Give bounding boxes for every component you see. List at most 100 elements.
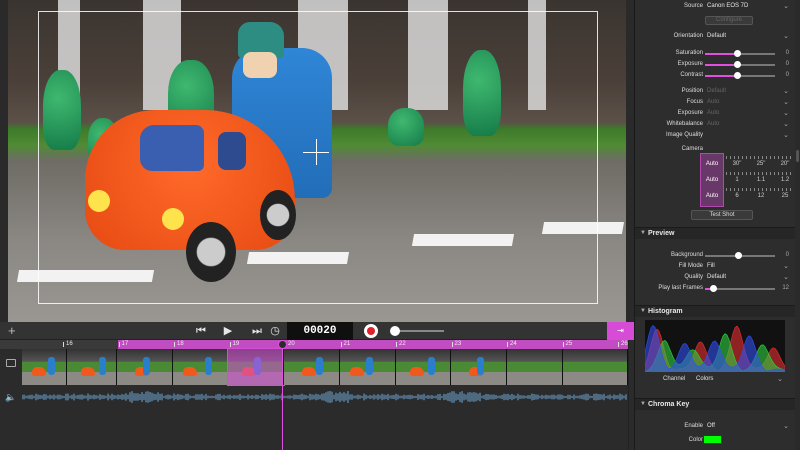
configure-button[interactable]: Configure: [705, 16, 753, 25]
contrast-slider[interactable]: [705, 72, 775, 79]
frame-thumbnail[interactable]: [227, 348, 285, 386]
image-quality-row[interactable]: Image Quality ⌄: [635, 130, 793, 141]
frame-thumbnail[interactable]: [22, 349, 67, 385]
camera-scale-ticks: [726, 156, 794, 159]
camera-scale-value[interactable]: 30": [726, 161, 748, 167]
onion-skin-knob[interactable]: [390, 326, 400, 336]
enable-value[interactable]: Off: [707, 423, 715, 429]
contrast-value: 0: [785, 72, 789, 78]
frame-thumbnail[interactable]: [563, 349, 628, 385]
chevron-down-icon[interactable]: ⌄: [777, 375, 783, 383]
chevron-down-icon[interactable]: ⌄: [783, 262, 789, 270]
image-quality-label: Image Quality: [665, 132, 703, 138]
exposure-mode-value[interactable]: Auto: [707, 110, 719, 116]
camera-scale-value[interactable]: 1.1: [750, 177, 772, 183]
clock-icon[interactable]: ◷: [268, 324, 282, 338]
step-forward-icon[interactable]: ⏭: [250, 324, 264, 338]
chevron-down-icon[interactable]: ⌄: [783, 120, 789, 128]
chevron-down-icon[interactable]: ⌄: [783, 273, 789, 281]
frame-thumbnail[interactable]: [451, 349, 507, 385]
chevron-down-icon[interactable]: ⌄: [783, 87, 789, 95]
background-slider[interactable]: [705, 252, 775, 259]
panel-scrollbar-thumb[interactable]: [796, 150, 799, 162]
ruler-tick-label: 19: [232, 341, 240, 347]
camera-viewer[interactable]: [0, 0, 634, 322]
chroma-key-section-header[interactable]: ▼ Chroma Key: [635, 398, 800, 410]
camera-scale-value[interactable]: 25: [774, 193, 796, 199]
chevron-down-icon[interactable]: ⌄: [783, 131, 789, 139]
camera-settings-grid[interactable]: Auto 30" 25" 20" Auto 1 1.1 1.2 Auto 6 12 25: [700, 153, 796, 207]
camera-scale-value[interactable]: 12: [750, 193, 772, 199]
camera-auto-value[interactable]: Auto: [700, 193, 724, 199]
timeline-range[interactable]: [118, 340, 628, 349]
car-window: [140, 125, 204, 171]
preview-section-header[interactable]: ▼ Preview: [635, 227, 800, 239]
frame-thumbnail[interactable]: [396, 349, 451, 385]
camera-scale-value[interactable]: 20": [774, 161, 796, 167]
fill-mode-value[interactable]: Fill: [707, 263, 715, 269]
triangle-down-icon: ▼: [640, 230, 646, 236]
ruler-tick-label: 25: [565, 341, 573, 347]
channel-row[interactable]: Channel Colors ⌄: [635, 374, 793, 385]
exposure-row: Exposure 0: [635, 59, 793, 70]
camera-auto-value[interactable]: Auto: [700, 161, 724, 167]
enable-row[interactable]: Enable Off ⌄: [635, 421, 793, 432]
orientation-row[interactable]: Orientation Default ⌄: [635, 31, 793, 42]
camera-scale-value[interactable]: 6: [726, 193, 748, 199]
exposure-label: Exposure: [677, 61, 703, 67]
channel-value[interactable]: Colors: [696, 376, 713, 382]
plus-icon[interactable]: +: [8, 323, 16, 338]
frame-thumbnail[interactable]: [173, 349, 228, 385]
chevron-down-icon[interactable]: ⌄: [783, 422, 789, 430]
play-last-frames-slider[interactable]: [705, 285, 775, 292]
chroma-color-swatch[interactable]: [703, 435, 722, 444]
car-wheel: [186, 222, 236, 282]
saturation-slider[interactable]: [705, 50, 775, 57]
timeline-end-marker[interactable]: ⇥: [607, 322, 634, 340]
ruler-tick-label: 20: [288, 341, 295, 347]
camera-scale-value[interactable]: 1.2: [774, 177, 796, 183]
source-value[interactable]: Canon EOS 7D: [707, 3, 748, 9]
frame-thumbnail[interactable]: [117, 349, 173, 385]
step-back-icon[interactable]: ⏮: [194, 324, 208, 338]
exposure-slider[interactable]: [705, 61, 775, 68]
chevron-down-icon[interactable]: ⌄: [783, 98, 789, 106]
play-icon[interactable]: ▶: [221, 324, 235, 338]
speaker-icon[interactable]: 🔈: [5, 392, 16, 403]
chevron-down-icon[interactable]: ⌄: [783, 32, 789, 40]
focus-value[interactable]: Auto: [707, 99, 719, 105]
frame-thumbnail[interactable]: [340, 349, 396, 385]
triangle-down-icon: ▼: [640, 308, 646, 314]
quality-value[interactable]: Default: [707, 274, 726, 280]
camera-auto-value[interactable]: Auto: [700, 177, 724, 183]
ruler-tick-label: 23: [454, 341, 462, 347]
chevron-down-icon[interactable]: ⌄: [783, 109, 789, 117]
record-button[interactable]: [364, 324, 378, 338]
exposure-mode-row[interactable]: Exposure Auto ⌄: [635, 108, 793, 119]
position-value[interactable]: Default: [707, 88, 726, 94]
panel-scrollbar[interactable]: [795, 0, 800, 450]
fill-mode-row[interactable]: Fill Mode Fill ⌄: [635, 261, 793, 272]
histogram-section-header[interactable]: ▼ Histogram: [635, 305, 800, 317]
audio-waveform[interactable]: [22, 390, 628, 404]
chevron-down-icon[interactable]: ⌄: [783, 2, 789, 10]
ruler-tick-label: 26: [621, 341, 628, 347]
orientation-value[interactable]: Default: [707, 33, 726, 39]
position-label: Position: [681, 88, 703, 94]
position-row[interactable]: Position Default ⌄: [635, 86, 793, 97]
filmstrip[interactable]: [22, 348, 628, 386]
frame-thumbnail[interactable]: [67, 349, 117, 385]
source-row[interactable]: Source Canon EOS 7D ⌄: [635, 1, 793, 12]
quality-row[interactable]: Quality Default ⌄: [635, 272, 793, 283]
whitebalance-row[interactable]: Whitebalance Auto ⌄: [635, 119, 793, 130]
playhead-handle[interactable]: [278, 340, 287, 349]
test-shot-button[interactable]: Test Shot: [691, 210, 753, 220]
playhead[interactable]: [282, 340, 283, 450]
whitebalance-value[interactable]: Auto: [707, 121, 719, 127]
camera-scale-value[interactable]: 1: [726, 177, 748, 183]
focus-row[interactable]: Focus Auto ⌄: [635, 97, 793, 108]
frame-thumbnail[interactable]: [284, 349, 340, 385]
camera-scale-value[interactable]: 25": [750, 161, 772, 167]
histogram-chart: [645, 320, 785, 372]
frame-thumbnail[interactable]: [507, 349, 563, 385]
